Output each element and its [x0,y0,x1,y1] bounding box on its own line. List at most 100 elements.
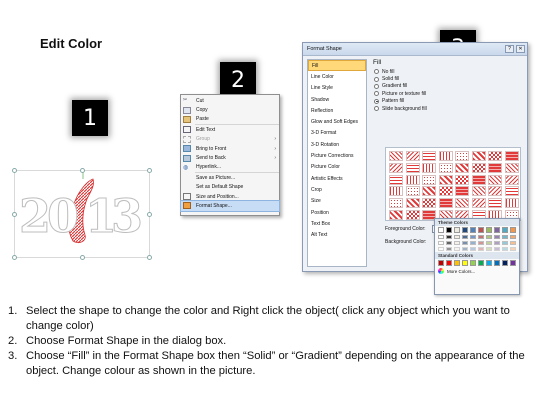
color-swatch[interactable] [461,260,469,266]
pattern-swatch[interactable] [422,162,436,173]
pattern-swatch[interactable] [389,174,403,185]
nav-item-position[interactable]: Position [308,207,366,218]
pattern-swatch[interactable] [471,162,486,173]
menu-item-save-as-picture[interactable]: Save as Picture... [181,173,279,182]
resize-handle[interactable] [80,168,85,173]
color-swatch[interactable] [501,227,509,233]
resize-handle[interactable] [12,212,17,217]
pattern-swatch[interactable] [389,151,403,161]
color-swatch[interactable] [485,247,493,251]
pattern-swatch[interactable] [405,186,420,197]
menu-item-edit-text[interactable]: Edit Text [181,125,279,134]
pattern-swatch[interactable] [422,198,436,209]
shape-2013[interactable]: 2 0 1 3 [12,168,152,260]
pattern-swatch[interactable] [438,198,453,209]
color-swatch[interactable] [445,241,453,245]
nav-item-crop[interactable]: Crop [308,184,366,195]
menu-item-set-default-shape[interactable]: Set as Default Shape [181,183,279,192]
color-swatch[interactable] [477,260,485,266]
color-swatch[interactable] [501,260,509,266]
color-swatch[interactable] [509,241,516,245]
pattern-swatch[interactable] [405,210,420,220]
nav-item-fill[interactable]: Fill [308,60,366,72]
nav-item-reflection[interactable]: Reflection [308,105,366,116]
menu-item-hyperlink[interactable]: ◍ Hyperlink... [181,163,279,172]
pattern-swatch[interactable] [405,151,420,161]
color-swatch[interactable] [509,227,516,233]
color-swatch[interactable] [493,247,501,251]
pattern-swatch[interactable] [422,151,436,161]
color-swatch[interactable] [485,260,493,266]
menu-item-copy[interactable]: Copy [181,105,279,114]
color-swatch[interactable] [438,260,445,266]
radio-pattern-fill[interactable]: Pattern fill [371,98,525,105]
nav-item-line-style[interactable]: Line Style [308,83,366,94]
pattern-swatch[interactable] [504,186,519,197]
color-swatch[interactable] [453,235,461,239]
pattern-swatch[interactable] [455,162,469,173]
color-swatch[interactable] [509,235,516,239]
color-swatch[interactable] [493,260,501,266]
color-swatch[interactable] [477,247,485,251]
color-swatch[interactable] [461,247,469,251]
color-swatch[interactable] [469,235,477,239]
color-swatch[interactable] [493,241,501,245]
radio-picture-fill[interactable]: Picture or texture fill [371,90,525,97]
nav-item-picture-corrections[interactable]: Picture Corrections [308,150,366,161]
resize-handle[interactable] [80,255,85,260]
pattern-swatch[interactable] [471,198,486,209]
color-swatch[interactable] [461,235,469,239]
pattern-swatch[interactable] [471,174,486,185]
menu-item-bring-to-front[interactable]: Bring to Front › [181,144,279,153]
radio-solid-fill[interactable]: Solid fill [371,75,525,82]
color-swatch[interactable] [453,241,461,245]
nav-item-artistic-effects[interactable]: Artistic Effects [308,173,366,184]
color-swatch[interactable] [445,247,453,251]
pattern-swatch[interactable] [405,198,420,209]
pattern-swatch[interactable] [488,198,502,209]
help-button[interactable]: ? [505,45,514,53]
pattern-swatch[interactable] [455,174,469,185]
color-swatch[interactable] [469,247,477,251]
pattern-swatch[interactable] [488,174,502,185]
pattern-swatch[interactable] [422,186,436,197]
pattern-swatch[interactable] [389,210,403,220]
resize-handle[interactable] [147,212,152,217]
menu-item-paste[interactable]: Paste [181,115,279,124]
color-swatch[interactable] [509,260,516,266]
color-swatch[interactable] [485,235,493,239]
pattern-swatch[interactable] [504,162,519,173]
color-swatch[interactable] [469,241,477,245]
color-swatch[interactable] [493,227,501,233]
pattern-swatch[interactable] [389,198,403,209]
color-swatch[interactable] [509,247,516,251]
color-swatch[interactable] [438,227,445,233]
menu-item-group[interactable]: Group › [181,135,279,144]
pattern-swatch[interactable] [438,174,453,185]
pattern-swatch[interactable] [405,162,420,173]
color-swatch[interactable] [453,260,461,266]
nav-item-shadow[interactable]: Shadow [308,94,366,105]
color-swatch[interactable] [477,235,485,239]
pattern-swatch[interactable] [455,198,469,209]
color-swatch[interactable] [469,260,477,266]
color-swatch[interactable] [485,227,493,233]
pattern-swatch[interactable] [455,151,469,161]
pattern-swatch[interactable] [488,151,502,161]
pattern-swatch[interactable] [504,174,519,185]
color-swatch[interactable] [438,247,445,251]
nav-item-alt-text[interactable]: Alt Text [308,229,366,240]
menu-item-size-position[interactable]: Size and Position... [181,192,279,201]
color-swatch[interactable] [445,260,453,266]
color-swatch[interactable] [453,227,461,233]
radio-no-fill[interactable]: No fill [371,68,525,75]
color-swatch[interactable] [453,247,461,251]
resize-handle[interactable] [12,168,17,173]
nav-item-picture-color[interactable]: Picture Color [308,162,366,173]
nav-item-3d-format[interactable]: 3-D Format [308,128,366,139]
pattern-swatch[interactable] [438,186,453,197]
menu-item-cut[interactable]: ✂ Cut [181,96,279,105]
pattern-swatch[interactable] [504,198,519,209]
pattern-swatch[interactable] [389,162,403,173]
pattern-swatch[interactable] [488,186,502,197]
